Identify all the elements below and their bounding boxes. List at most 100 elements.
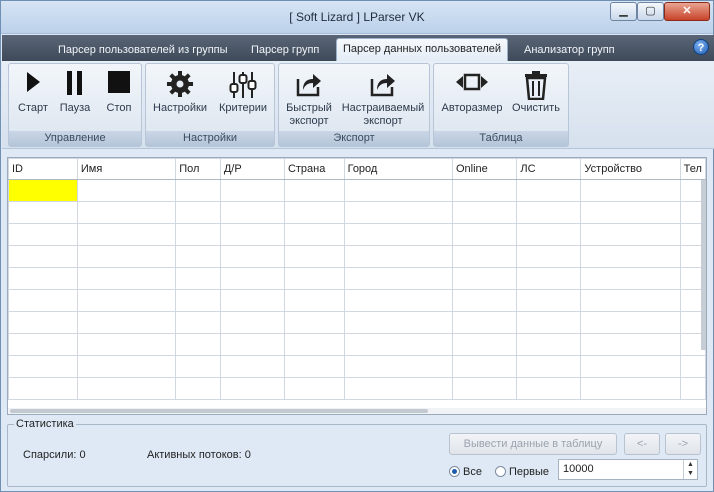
table-cell[interactable] — [343, 311, 453, 334]
tab-group-parser[interactable]: Парсер групп — [245, 40, 325, 61]
quick-export-button[interactable]: Быстрый экспорт — [281, 66, 337, 130]
table-cell[interactable] — [219, 377, 285, 400]
table-cell[interactable] — [580, 223, 681, 246]
table-cell[interactable] — [219, 355, 285, 378]
horizontal-scrollbar[interactable] — [8, 408, 706, 414]
minimize-button[interactable]: ▁ — [610, 2, 637, 21]
table-cell[interactable] — [76, 245, 177, 268]
table-row[interactable] — [8, 377, 706, 400]
table-cell[interactable] — [219, 333, 285, 356]
table-cell[interactable] — [283, 201, 345, 224]
table-cell[interactable] — [76, 377, 177, 400]
table-cell[interactable] — [451, 311, 518, 334]
table-cell[interactable] — [76, 355, 177, 378]
column-header[interactable]: Страна — [283, 158, 345, 180]
pause-button[interactable]: Пауза — [55, 66, 95, 130]
table-cell[interactable] — [516, 179, 582, 202]
tab-user-data-parser[interactable]: Парсер данных пользователей — [336, 38, 509, 61]
table-cell[interactable] — [343, 245, 453, 268]
table-cell[interactable] — [76, 311, 177, 334]
table-cell[interactable] — [283, 377, 345, 400]
table-cell[interactable] — [580, 179, 681, 202]
table-cell[interactable] — [343, 179, 453, 202]
table-cell[interactable] — [451, 179, 518, 202]
table-row[interactable] — [8, 267, 706, 290]
table-cell[interactable] — [516, 289, 582, 312]
table-cell[interactable] — [343, 355, 453, 378]
table-row[interactable] — [8, 311, 706, 334]
table-cell[interactable] — [219, 311, 285, 334]
table-cell[interactable] — [8, 245, 78, 268]
table-cell[interactable] — [451, 245, 518, 268]
prev-page-button[interactable]: <- — [624, 433, 660, 455]
table-cell[interactable] — [580, 201, 681, 224]
table-cell[interactable] — [219, 201, 285, 224]
table-cell[interactable] — [451, 333, 518, 356]
table-cell[interactable] — [516, 201, 582, 224]
help-icon[interactable]: ? — [693, 39, 709, 55]
table-cell[interactable] — [580, 267, 681, 290]
table-cell[interactable] — [679, 377, 706, 400]
table-cell[interactable] — [175, 355, 221, 378]
table-cell[interactable] — [175, 245, 221, 268]
table-cell[interactable] — [219, 179, 285, 202]
output-to-table-button[interactable]: Вывести данные в таблицу — [449, 433, 617, 455]
table-row[interactable] — [8, 245, 706, 268]
table-row[interactable] — [8, 223, 706, 246]
table-cell[interactable] — [580, 289, 681, 312]
table-cell[interactable] — [76, 333, 177, 356]
table-row[interactable] — [8, 333, 706, 356]
table-cell[interactable] — [175, 377, 221, 400]
table-cell[interactable] — [516, 333, 582, 356]
table-cell[interactable] — [580, 355, 681, 378]
column-header[interactable]: Имя — [76, 158, 177, 180]
table-cell[interactable] — [175, 289, 221, 312]
custom-export-button[interactable]: Настраиваемый экспорт — [339, 66, 427, 130]
stop-button[interactable]: Стоп — [99, 66, 139, 130]
close-button[interactable]: ✕ — [664, 2, 710, 21]
table-cell[interactable] — [219, 223, 285, 246]
count-input[interactable]: 10000 ▲ ▼ — [558, 459, 698, 480]
table-cell[interactable] — [175, 201, 221, 224]
table-cell[interactable] — [343, 333, 453, 356]
table-cell[interactable] — [8, 355, 78, 378]
start-button[interactable]: Старт — [13, 66, 53, 130]
table-row[interactable] — [8, 355, 706, 378]
table-cell[interactable] — [516, 223, 582, 246]
table-cell[interactable] — [8, 289, 78, 312]
table-cell[interactable] — [451, 289, 518, 312]
table-cell[interactable] — [679, 355, 706, 378]
table-cell[interactable] — [8, 377, 78, 400]
table-cell[interactable] — [516, 311, 582, 334]
table-cell[interactable] — [283, 223, 345, 246]
column-header[interactable]: Online — [451, 158, 518, 180]
table-cell[interactable] — [8, 333, 78, 356]
table-row[interactable] — [8, 179, 706, 202]
radio-all[interactable]: Все — [449, 465, 482, 479]
next-page-button[interactable]: -> — [665, 433, 701, 455]
table-cell[interactable] — [580, 333, 681, 356]
table-cell[interactable] — [516, 377, 582, 400]
table-cell[interactable] — [76, 201, 177, 224]
autosize-button[interactable]: Авторазмер — [438, 66, 506, 130]
column-header[interactable]: Город — [343, 158, 453, 180]
table-cell[interactable] — [8, 311, 78, 334]
table-cell[interactable] — [283, 267, 345, 290]
table-cell[interactable] — [175, 333, 221, 356]
table-cell[interactable] — [8, 201, 78, 224]
column-header[interactable]: Тел — [679, 158, 706, 180]
table-cell[interactable] — [219, 267, 285, 290]
column-header[interactable]: ЛС — [516, 158, 582, 180]
radio-first-indicator[interactable] — [495, 466, 506, 477]
column-header[interactable]: ID — [8, 158, 78, 180]
table-cell[interactable] — [76, 267, 177, 290]
table-cell[interactable] — [516, 355, 582, 378]
table-cell[interactable] — [219, 245, 285, 268]
table-cell[interactable] — [283, 179, 345, 202]
table-cell[interactable] — [516, 245, 582, 268]
table-cell[interactable] — [76, 179, 177, 202]
table-cell[interactable] — [343, 201, 453, 224]
maximize-button[interactable]: ▢ — [637, 2, 664, 21]
table-cell[interactable] — [76, 223, 177, 246]
table-cell[interactable] — [76, 289, 177, 312]
